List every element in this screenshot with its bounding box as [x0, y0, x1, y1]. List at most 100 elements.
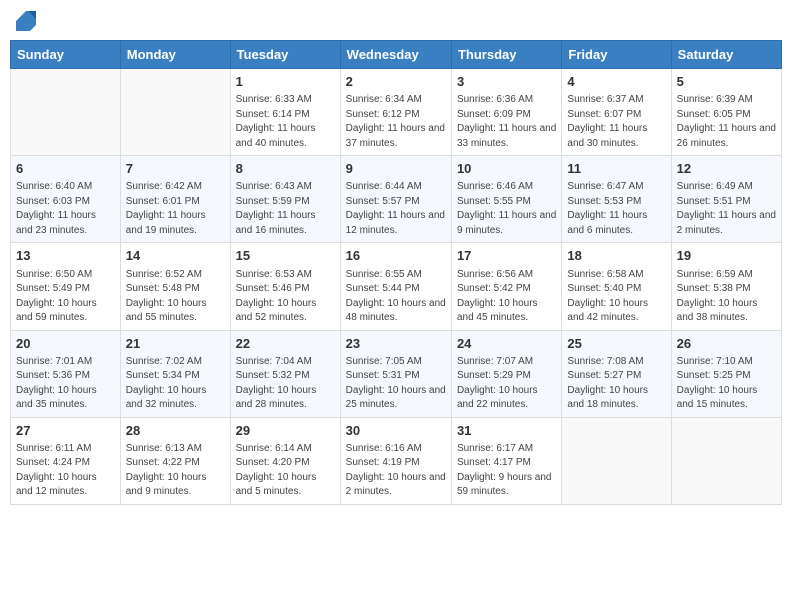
day-number: 31 — [457, 422, 556, 440]
calendar-cell — [11, 69, 121, 156]
calendar-cell: 2 Sunrise: 6:34 AM Sunset: 6:12 PM Daylig… — [340, 69, 451, 156]
day-number: 27 — [16, 422, 115, 440]
calendar-cell: 9 Sunrise: 6:44 AM Sunset: 5:57 PM Daylig… — [340, 156, 451, 243]
day-info: Sunrise: 6:46 AM Sunset: 5:55 PM Dayligh… — [457, 180, 556, 238]
day-number: 28 — [126, 422, 225, 440]
day-number: 17 — [457, 247, 556, 265]
calendar-cell: 10 Sunrise: 6:46 AM Sunset: 5:55 PM Dayli… — [451, 156, 561, 243]
calendar-cell: 21 Sunrise: 7:02 AM Sunset: 5:34 PM Dayli… — [120, 330, 230, 417]
day-number: 4 — [567, 73, 665, 91]
calendar-cell: 1Sunrise: 6:33 AM Sunset: 6:14 PM Daylig… — [230, 69, 340, 156]
day-info: Sunrise: 6:53 AM Sunset: 5:46 PM Dayligh… — [236, 268, 335, 326]
calendar-cell: 7Sunrise: 6:42 AM Sunset: 6:01 PM Daylig… — [120, 156, 230, 243]
day-info: Sunrise: 6:44 AM Sunset: 5:57 PM Dayligh… — [346, 180, 446, 238]
calendar-cell: 29 Sunrise: 6:14 AM Sunset: 4:20 PM Dayli… — [230, 417, 340, 504]
calendar-cell: 6Sunrise: 6:40 AM Sunset: 6:03 PM Daylig… — [11, 156, 121, 243]
day-info: Sunrise: 6:34 AM Sunset: 6:12 PM Dayligh… — [346, 93, 446, 151]
calendar-cell: 15 Sunrise: 6:53 AM Sunset: 5:46 PM Dayli… — [230, 243, 340, 330]
day-info: Sunrise: 7:05 AM Sunset: 5:31 PM Dayligh… — [346, 355, 446, 413]
day-number: 12 — [677, 160, 776, 178]
calendar-cell: 19 Sunrise: 6:59 AM Sunset: 5:38 PM Dayli… — [671, 243, 781, 330]
day-info: Sunrise: 7:02 AM Sunset: 5:34 PM Dayligh… — [126, 355, 225, 413]
day-info: Sunrise: 6:14 AM Sunset: 4:20 PM Dayligh… — [236, 442, 335, 500]
calendar-cell — [562, 417, 671, 504]
weekday-header-wednesday: Wednesday — [340, 41, 451, 69]
page-header — [10, 10, 782, 32]
day-number: 10 — [457, 160, 556, 178]
weekday-header-thursday: Thursday — [451, 41, 561, 69]
day-info: Sunrise: 6:37 AM Sunset: 6:07 PM Dayligh… — [567, 93, 665, 151]
calendar-cell: 11 Sunrise: 6:47 AM Sunset: 5:53 PM Dayli… — [562, 156, 671, 243]
weekday-header-monday: Monday — [120, 41, 230, 69]
calendar-cell: 30 Sunrise: 6:16 AM Sunset: 4:19 PM Dayli… — [340, 417, 451, 504]
day-number: 5 — [677, 73, 776, 91]
day-number: 19 — [677, 247, 776, 265]
day-number: 15 — [236, 247, 335, 265]
calendar-cell: 8Sunrise: 6:43 AM Sunset: 5:59 PM Daylig… — [230, 156, 340, 243]
calendar-cell: 26 Sunrise: 7:10 AM Sunset: 5:25 PM Dayli… — [671, 330, 781, 417]
day-info: Sunrise: 6:16 AM Sunset: 4:19 PM Dayligh… — [346, 442, 446, 500]
day-number: 29 — [236, 422, 335, 440]
calendar-cell: 17 Sunrise: 6:56 AM Sunset: 5:42 PM Dayli… — [451, 243, 561, 330]
day-number: 6 — [16, 160, 115, 178]
day-info: Sunrise: 6:49 AM Sunset: 5:51 PM Dayligh… — [677, 180, 776, 238]
calendar-cell: 4 Sunrise: 6:37 AM Sunset: 6:07 PM Daylig… — [562, 69, 671, 156]
calendar-table: SundayMondayTuesdayWednesdayThursdayFrid… — [10, 40, 782, 505]
weekday-header-sunday: Sunday — [11, 41, 121, 69]
calendar-cell: 22 Sunrise: 7:04 AM Sunset: 5:32 PM Dayli… — [230, 330, 340, 417]
day-number: 26 — [677, 335, 776, 353]
calendar-cell: 28 Sunrise: 6:13 AM Sunset: 4:22 PM Dayli… — [120, 417, 230, 504]
day-number: 24 — [457, 335, 556, 353]
calendar-cell: 16 Sunrise: 6:55 AM Sunset: 5:44 PM Dayli… — [340, 243, 451, 330]
weekday-header-tuesday: Tuesday — [230, 41, 340, 69]
day-info: Sunrise: 6:36 AM Sunset: 6:09 PM Dayligh… — [457, 93, 556, 151]
calendar-cell: 20Sunrise: 7:01 AM Sunset: 5:36 PM Dayli… — [11, 330, 121, 417]
day-number: 25 — [567, 335, 665, 353]
day-info: Sunrise: 7:01 AM Sunset: 5:36 PM Dayligh… — [16, 355, 115, 413]
day-info: Sunrise: 7:08 AM Sunset: 5:27 PM Dayligh… — [567, 355, 665, 413]
day-number: 13 — [16, 247, 115, 265]
weekday-header-saturday: Saturday — [671, 41, 781, 69]
day-number: 1 — [236, 73, 335, 91]
calendar-cell: 18 Sunrise: 6:58 AM Sunset: 5:40 PM Dayli… — [562, 243, 671, 330]
logo-icon — [15, 10, 37, 32]
day-number: 16 — [346, 247, 446, 265]
day-number: 30 — [346, 422, 446, 440]
calendar-cell: 27 Sunrise: 6:11 AM Sunset: 4:24 PM Dayli… — [11, 417, 121, 504]
day-number: 9 — [346, 160, 446, 178]
day-number: 22 — [236, 335, 335, 353]
day-info: Sunrise: 7:10 AM Sunset: 5:25 PM Dayligh… — [677, 355, 776, 413]
calendar-cell: 13 Sunrise: 6:50 AM Sunset: 5:49 PM Dayli… — [11, 243, 121, 330]
calendar-cell: 25 Sunrise: 7:08 AM Sunset: 5:27 PM Dayli… — [562, 330, 671, 417]
day-number: 3 — [457, 73, 556, 91]
day-number: 18 — [567, 247, 665, 265]
day-number: 8 — [236, 160, 335, 178]
weekday-header-friday: Friday — [562, 41, 671, 69]
calendar-cell: 12 Sunrise: 6:49 AM Sunset: 5:51 PM Dayli… — [671, 156, 781, 243]
day-info: Sunrise: 7:04 AM Sunset: 5:32 PM Dayligh… — [236, 355, 335, 413]
calendar-cell: 5Sunrise: 6:39 AM Sunset: 6:05 PM Daylig… — [671, 69, 781, 156]
day-number: 23 — [346, 335, 446, 353]
day-info: Sunrise: 6:56 AM Sunset: 5:42 PM Dayligh… — [457, 268, 556, 326]
calendar-cell: 23 Sunrise: 7:05 AM Sunset: 5:31 PM Dayli… — [340, 330, 451, 417]
day-info: Sunrise: 6:50 AM Sunset: 5:49 PM Dayligh… — [16, 268, 115, 326]
day-info: Sunrise: 7:07 AM Sunset: 5:29 PM Dayligh… — [457, 355, 556, 413]
day-info: Sunrise: 6:59 AM Sunset: 5:38 PM Dayligh… — [677, 268, 776, 326]
day-number: 7 — [126, 160, 225, 178]
day-info: Sunrise: 6:13 AM Sunset: 4:22 PM Dayligh… — [126, 442, 225, 500]
day-info: Sunrise: 6:58 AM Sunset: 5:40 PM Dayligh… — [567, 268, 665, 326]
calendar-cell — [671, 417, 781, 504]
logo — [14, 10, 37, 32]
day-number: 11 — [567, 160, 665, 178]
calendar-cell: 24 Sunrise: 7:07 AM Sunset: 5:29 PM Dayli… — [451, 330, 561, 417]
day-info: Sunrise: 6:55 AM Sunset: 5:44 PM Dayligh… — [346, 268, 446, 326]
calendar-cell: 3 Sunrise: 6:36 AM Sunset: 6:09 PM Daylig… — [451, 69, 561, 156]
day-info: Sunrise: 6:17 AM Sunset: 4:17 PM Dayligh… — [457, 442, 556, 500]
day-info: Sunrise: 6:47 AM Sunset: 5:53 PM Dayligh… — [567, 180, 665, 238]
day-number: 14 — [126, 247, 225, 265]
calendar-cell: 14Sunrise: 6:52 AM Sunset: 5:48 PM Dayli… — [120, 243, 230, 330]
day-number: 21 — [126, 335, 225, 353]
day-number: 2 — [346, 73, 446, 91]
calendar-cell: 31 Sunrise: 6:17 AM Sunset: 4:17 PM Dayli… — [451, 417, 561, 504]
day-info: Sunrise: 6:11 AM Sunset: 4:24 PM Dayligh… — [16, 442, 115, 500]
